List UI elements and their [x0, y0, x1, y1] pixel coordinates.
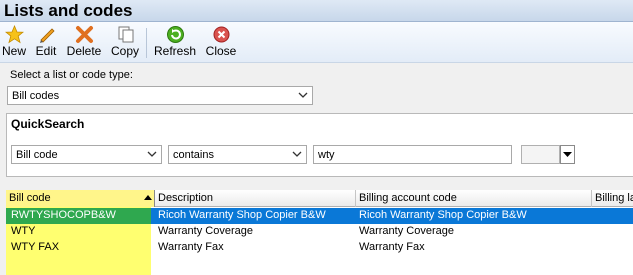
chevron-down-icon	[298, 92, 308, 98]
cell-description: Warranty Coverage	[158, 225, 253, 237]
sort-ascending-icon	[144, 195, 152, 200]
dropdown-triangle-icon	[563, 152, 572, 157]
table-row[interactable]: RWTYSHOCOPB&W Ricoh Warranty Shop Copier…	[6, 208, 633, 224]
column-header-billing-account[interactable]: Billing account code	[356, 190, 592, 207]
toolbar: New Edit Delete Copy Refresh Close	[0, 22, 633, 63]
new-label: New	[2, 44, 27, 58]
list-type-value: Bill codes	[12, 90, 60, 102]
search-text-input[interactable]: wty	[313, 145, 512, 164]
column-header-label: Bill code	[9, 192, 51, 204]
column-header-billing-lab[interactable]: Billing lab	[592, 190, 633, 207]
table-row[interactable]: WTY FAX Warranty Fax Warranty Fax	[6, 240, 633, 256]
refresh-icon	[166, 26, 184, 43]
cell-bill-code: RWTYSHOCOPB&W	[11, 209, 116, 221]
refresh-button[interactable]: Refresh	[154, 25, 196, 61]
toolbar-separator	[146, 28, 147, 58]
grid-header: Bill code Description Billing account co…	[6, 190, 633, 207]
search-operator-value: contains	[173, 149, 214, 161]
star-icon	[4, 25, 24, 44]
list-type-label: Select a list or code type:	[10, 69, 133, 81]
search-field-select[interactable]: Bill code	[11, 145, 162, 164]
column-header-bill-code[interactable]: Bill code	[6, 190, 155, 207]
cell-billing-account: Ricoh Warranty Shop Copier B&W	[359, 209, 527, 221]
window-title: Lists and codes	[4, 1, 133, 20]
color-picker-dropdown[interactable]	[560, 145, 575, 164]
edit-label: Edit	[35, 44, 57, 58]
cell-description: Warranty Fax	[158, 241, 224, 253]
copy-label: Copy	[110, 44, 139, 58]
cell-billing-account: Warranty Fax	[359, 241, 425, 253]
delete-label: Delete	[66, 44, 102, 58]
delete-button[interactable]: Delete	[66, 25, 102, 61]
pencil-icon	[39, 28, 55, 43]
quicksearch-title: QuickSearch	[11, 117, 85, 131]
close-label: Close	[205, 44, 237, 58]
search-field-value: Bill code	[16, 149, 58, 161]
column-header-label: Billing account code	[359, 192, 457, 204]
refresh-label: Refresh	[154, 44, 197, 58]
window-titlebar: Lists and codes	[0, 0, 633, 22]
color-picker-swatch[interactable]	[521, 145, 560, 164]
column-header-label: Billing lab	[595, 192, 633, 204]
list-type-select[interactable]: Bill codes	[7, 86, 313, 105]
close-icon	[213, 26, 229, 43]
delete-x-icon	[75, 26, 93, 43]
column-header-label: Description	[158, 192, 214, 204]
copy-button[interactable]: Copy	[110, 25, 140, 61]
cell-bill-code: WTY	[11, 225, 36, 237]
search-text-value: wty	[318, 149, 335, 161]
cell-billing-account: Warranty Coverage	[359, 225, 454, 237]
chevron-down-icon	[147, 151, 157, 157]
column-header-description[interactable]: Description	[155, 190, 356, 207]
results-grid: Bill code Description Billing account co…	[6, 190, 633, 275]
cell-description: Ricoh Warranty Shop Copier B&W	[158, 209, 326, 221]
edit-button[interactable]: Edit	[34, 25, 58, 61]
new-button[interactable]: New	[2, 25, 26, 61]
chevron-down-icon	[292, 151, 302, 157]
cell-bill-code: WTY FAX	[11, 241, 60, 253]
copy-icon	[118, 26, 133, 43]
table-row[interactable]: WTY Warranty Coverage Warranty Coverage	[6, 224, 633, 240]
close-button[interactable]: Close	[204, 25, 238, 61]
search-operator-select[interactable]: contains	[168, 145, 307, 164]
